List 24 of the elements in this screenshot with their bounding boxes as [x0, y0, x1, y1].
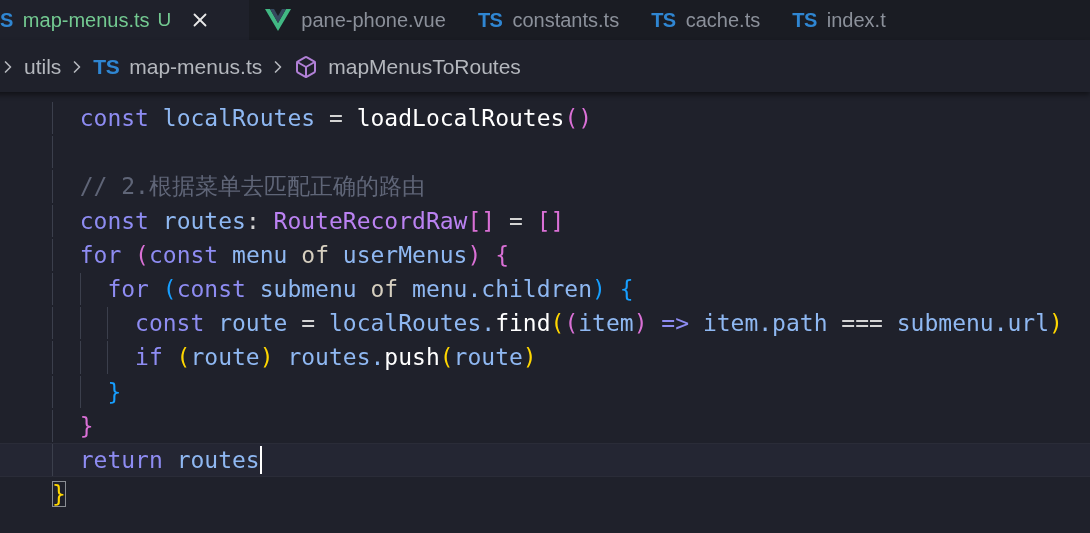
cube-icon: [294, 55, 319, 79]
code-line: }: [79, 412, 94, 439]
code-line: }: [107, 378, 122, 405]
tab[interactable]: S map-menus.ts U: [0, 0, 250, 40]
breadcrumb-item[interactable]: TS map-menus.ts: [93, 55, 263, 79]
code-line: }: [52, 481, 66, 508]
code-comment: // 2.根据菜单去匹配正确的路由: [79, 171, 425, 201]
breadcrumb-item[interactable]: utils: [24, 55, 62, 79]
typescript-icon: TS: [477, 8, 503, 32]
code-line: const route = localRoutes.find((item) => item.path === submenu.url): [135, 310, 1063, 337]
code-line: return routes: [79, 446, 260, 473]
code-line: const routes: RouteRecordRaw[] = []: [79, 207, 565, 234]
vue-icon: [265, 9, 292, 31]
text-cursor: [259, 445, 262, 474]
git-status: U: [157, 9, 172, 31]
code-line: for (const submenu of menu.children) {: [107, 276, 634, 303]
code-line: if (route) routes.push(route): [135, 344, 537, 371]
typescript-icon: TS: [792, 8, 817, 32]
code-line: const localRoutes = loadLocalRoutes(): [79, 105, 593, 132]
typescript-icon: TS: [93, 55, 120, 79]
breadcrumb-item[interactable]: mapMenusToRoutes: [294, 55, 521, 79]
typescript-icon: TS: [651, 8, 676, 32]
typescript-icon: S: [0, 8, 13, 32]
code-line: for (const menu of userMenus) {: [79, 241, 509, 268]
